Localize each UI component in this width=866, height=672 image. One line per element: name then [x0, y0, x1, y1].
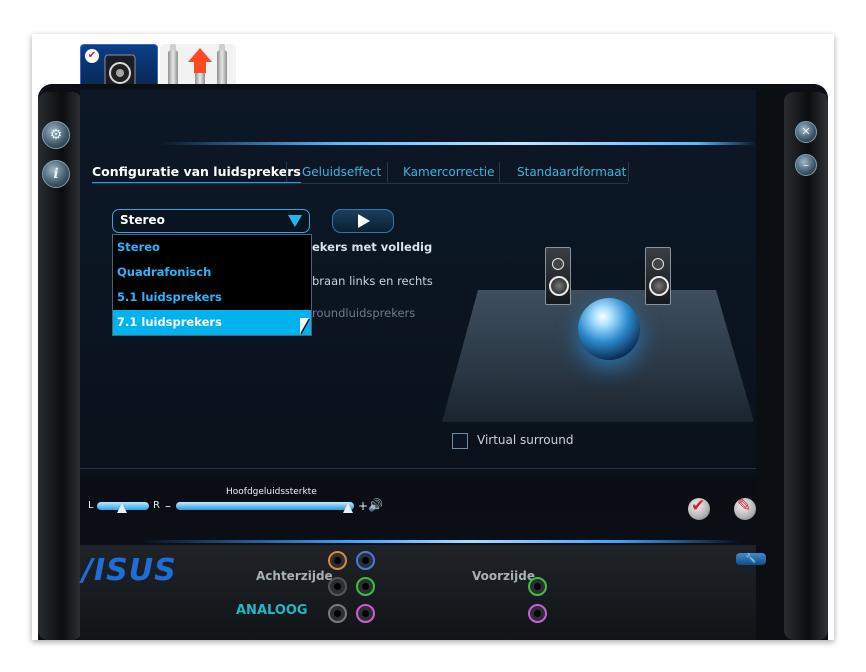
tab-separator	[628, 162, 629, 182]
master-volume-slider[interactable]	[176, 502, 354, 510]
connector-settings-button[interactable]: 🔧	[736, 553, 766, 565]
section-divider	[80, 468, 756, 469]
checkmark-icon: ✔	[691, 496, 706, 516]
tab-room-correction[interactable]: Kamercorrectie	[403, 162, 495, 182]
close-button[interactable]: ✕	[795, 121, 817, 143]
front-panel-label: Voorzijde	[472, 569, 535, 583]
tab-speaker-config[interactable]: Configuratie van luidsprekers	[92, 162, 301, 184]
analog-label: ANALOOG	[236, 603, 308, 618]
info-icon: i	[53, 166, 59, 182]
wrench-icon: 🔧	[745, 554, 757, 564]
virtual-surround-checkbox[interactable]	[452, 433, 468, 449]
minimize-button[interactable]: –	[795, 154, 817, 176]
speaker-config-value: Stereo	[120, 213, 165, 227]
tab-separator	[387, 162, 388, 182]
arrow-stem	[194, 61, 206, 73]
master-volume-label: Hoofdgeluidssterkte	[226, 487, 317, 497]
close-icon: ✕	[801, 125, 811, 138]
orange-jack[interactable]	[328, 551, 347, 570]
rear-panel-label: Achterzijde	[256, 569, 333, 583]
black-jack[interactable]	[328, 577, 347, 596]
balance-slider-thumb[interactable]	[117, 503, 127, 513]
asus-logo: /ISUS	[82, 553, 177, 588]
speaker-config-dropdown: Stereo Quadrafonisch 5.1 luidsprekers 7.…	[112, 234, 312, 336]
virtual-surround-label: Virtual surround	[477, 433, 574, 447]
arrow-up-icon	[188, 48, 212, 62]
surround-option-text: roundluidsprekers	[312, 306, 416, 320]
pink-jack[interactable]	[356, 604, 375, 623]
tab-separator	[499, 162, 500, 182]
dropdown-option-stereo[interactable]: Stereo	[113, 235, 311, 260]
balance-right-label: R	[153, 500, 160, 511]
volume-speaker-icon[interactable]: 🔊	[368, 498, 383, 512]
balance-left-label: L	[88, 500, 94, 511]
tab-separator	[286, 162, 287, 182]
dropdown-option-7-1[interactable]: 7.1 luidsprekers	[113, 310, 311, 335]
volume-minus-label: –	[165, 499, 171, 513]
speaker-config-select[interactable]: Stereo	[112, 209, 310, 233]
dropdown-option-5-1[interactable]: 5.1 luidsprekers	[113, 285, 311, 310]
blue-jack[interactable]	[356, 551, 375, 570]
pencil-icon: ✎	[737, 496, 752, 516]
dropdown-option-quad[interactable]: Quadrafonisch	[113, 260, 311, 285]
play-test-button[interactable]	[332, 209, 394, 233]
front-pink-jack[interactable]	[528, 604, 547, 623]
green-jack[interactable]	[356, 577, 375, 596]
confirm-button[interactable]: ✔	[688, 496, 710, 520]
settings-button[interactable]: ⚙	[42, 121, 70, 149]
tab-sound-effect[interactable]: Geluidseffect	[302, 162, 381, 182]
info-button[interactable]: i	[42, 160, 70, 188]
master-volume-thumb[interactable]	[343, 503, 353, 513]
right-speaker-icon[interactable]	[645, 247, 671, 305]
full-range-option-text: ekers met volledig	[312, 240, 433, 254]
gray-jack[interactable]	[328, 604, 347, 623]
footer-glow	[140, 540, 740, 543]
gear-icon: ⚙	[49, 127, 63, 143]
listener-sphere	[578, 298, 640, 360]
minimize-icon: –	[803, 158, 809, 172]
tab-default-format[interactable]: Standaardformaat	[517, 162, 626, 182]
volume-plus-label: +	[358, 499, 369, 513]
left-right-option-text: braan links en rechts	[312, 274, 433, 288]
header-glow	[160, 142, 756, 145]
mouse-cursor-icon	[300, 318, 309, 334]
tab-underline	[92, 183, 628, 184]
footer-panel	[80, 545, 756, 640]
left-speaker-icon[interactable]	[545, 247, 571, 305]
chevron-down-icon	[288, 215, 302, 227]
front-green-jack[interactable]	[528, 577, 547, 596]
edit-button[interactable]: ✎	[734, 496, 756, 520]
